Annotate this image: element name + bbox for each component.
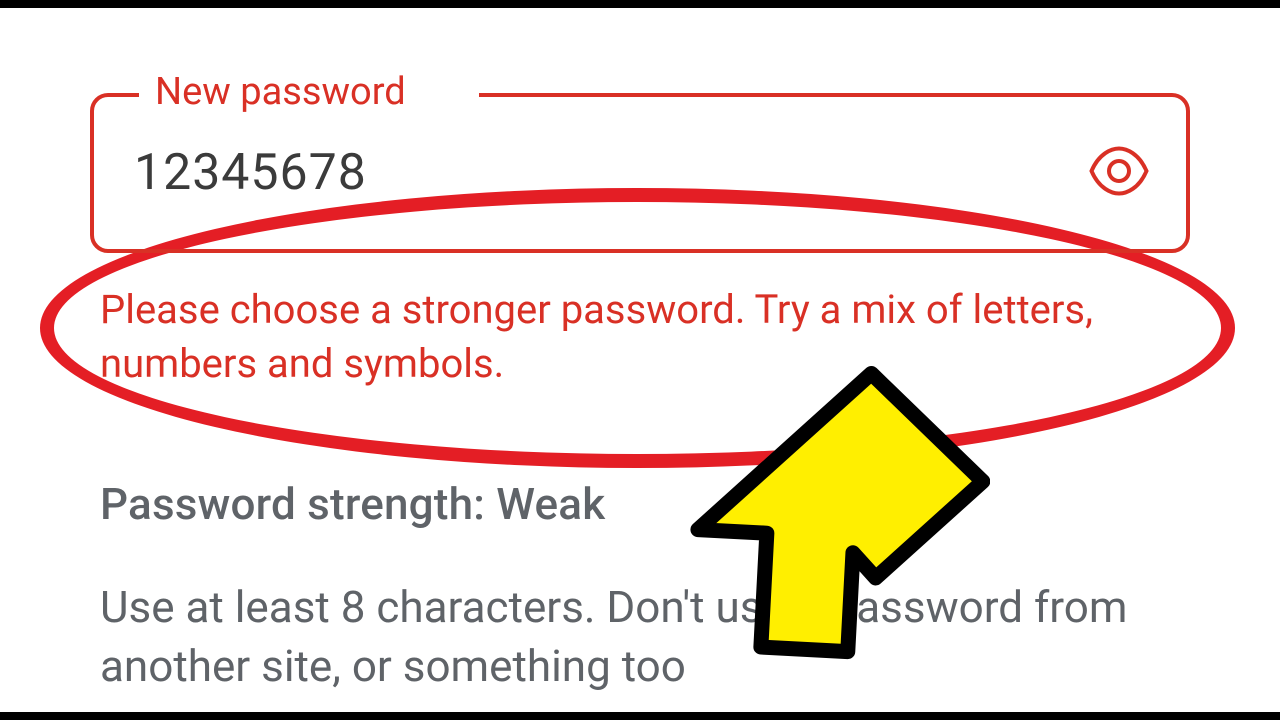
letterbox-bottom	[0, 712, 1280, 720]
password-strength: Password strength: Weak	[100, 478, 605, 530]
password-hint: Use at least 8 characters. Don't use a p…	[100, 578, 1180, 697]
toggle-visibility-button[interactable]	[1087, 141, 1151, 205]
stage: New password 12345678 Please choose a st…	[0, 8, 1280, 712]
new-password-label: New password	[149, 73, 412, 111]
new-password-field[interactable]: New password 12345678	[90, 93, 1190, 253]
password-error-message: Please choose a stronger password. Try a…	[100, 283, 1160, 391]
new-password-value[interactable]: 12345678	[134, 144, 367, 202]
eye-icon	[1089, 141, 1149, 205]
password-strength-label: Password strength:	[100, 478, 485, 530]
password-strength-value: Weak	[496, 478, 605, 530]
letterbox-top	[0, 0, 1280, 8]
